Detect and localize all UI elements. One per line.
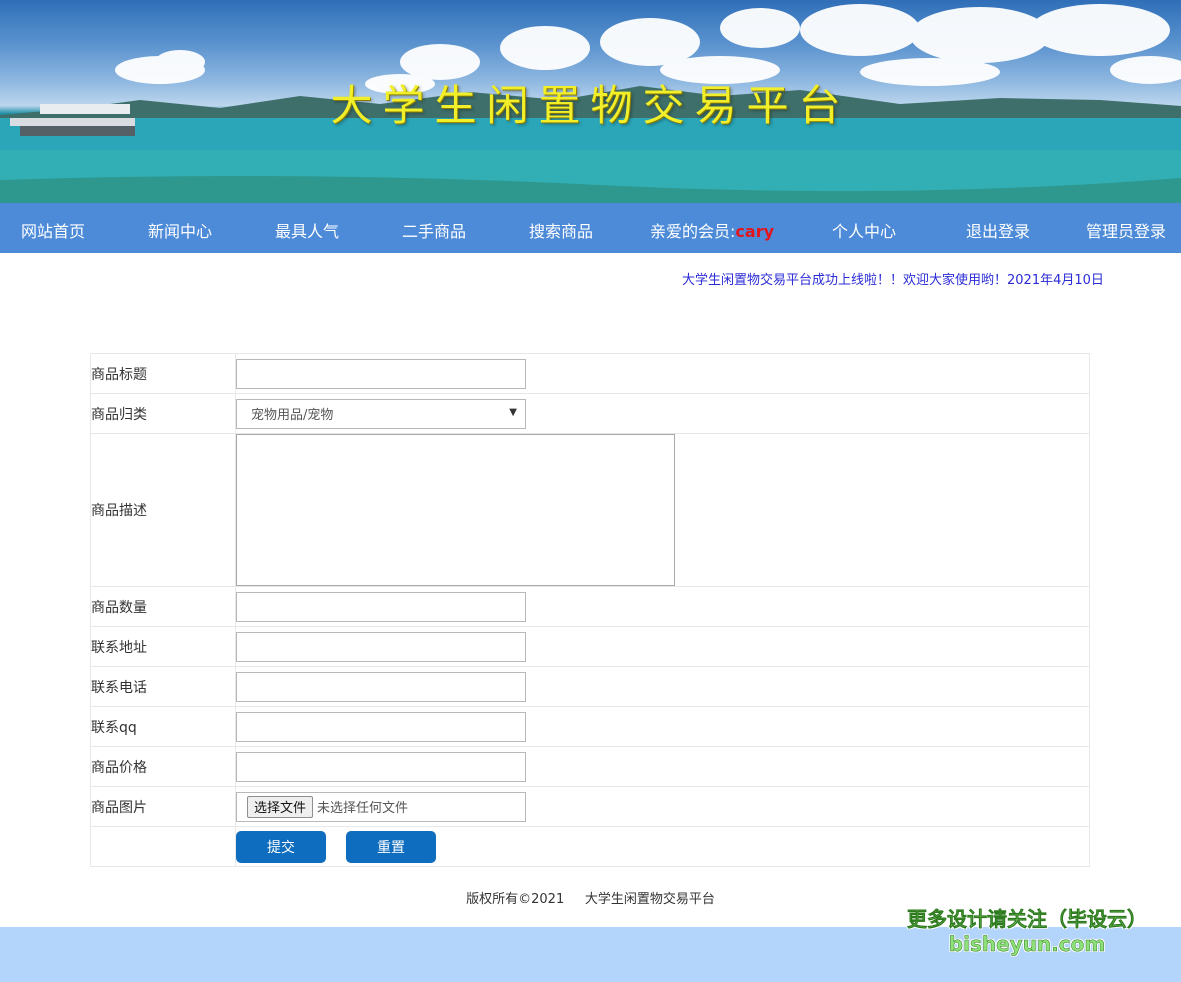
image-file-input[interactable]: 选择文件 未选择任何文件: [236, 791, 526, 822]
nav-item-member[interactable]: 亲爱的会员:cary: [650, 218, 774, 242]
description-textarea[interactable]: [236, 434, 675, 586]
address-input[interactable]: [236, 631, 526, 662]
qq-input[interactable]: [236, 711, 526, 742]
file-status-text: 未选择任何文件: [317, 801, 409, 816]
empty-label-cell: [91, 827, 236, 866]
field-cell: [236, 667, 1089, 706]
form-row-qq: 联系qq: [91, 707, 1089, 747]
title-label: 商品标题: [91, 354, 236, 393]
dropdown-caret-icon: ▼: [509, 406, 517, 418]
form-row-title: 商品标题: [91, 354, 1089, 394]
quantity-input[interactable]: [236, 591, 526, 622]
field-cell: [236, 627, 1089, 666]
field-cell: [236, 434, 1089, 586]
category-label: 商品归类: [91, 394, 236, 433]
nav-item-news[interactable]: 新闻中心: [148, 218, 212, 242]
member-username: cary: [735, 222, 775, 241]
form-row-quantity: 商品数量: [91, 587, 1089, 627]
category-select[interactable]: 宠物用品/宠物 ▼: [236, 398, 526, 429]
nav-item-popular[interactable]: 最具人气: [275, 218, 339, 242]
qq-label: 联系qq: [91, 707, 236, 746]
quantity-label: 商品数量: [91, 587, 236, 626]
price-input[interactable]: [236, 751, 526, 782]
nav-item-admin-login[interactable]: 管理员登录: [1086, 218, 1166, 242]
copyright-text: 版权所有©2021 大学生闲置物交易平台: [466, 892, 715, 907]
watermark-line2: bisheyun.com: [948, 932, 1106, 957]
form-row-phone: 联系电话: [91, 667, 1089, 707]
main-nav: 网站首页 新闻中心 最具人气 二手商品 搜索商品 亲爱的会员:cary 个人中心…: [0, 203, 1181, 253]
nav-item-profile[interactable]: 个人中心: [832, 218, 896, 242]
field-cell: [236, 747, 1089, 786]
field-cell: [236, 354, 1089, 393]
description-label: 商品描述: [91, 434, 236, 586]
submit-button[interactable]: 提交: [236, 830, 326, 863]
nav-item-second-hand[interactable]: 二手商品: [402, 218, 466, 242]
choose-file-button[interactable]: 选择文件: [247, 795, 314, 818]
field-cell: [236, 587, 1089, 626]
form-row-address: 联系地址: [91, 627, 1089, 667]
price-label: 商品价格: [91, 747, 236, 786]
member-greeting: 亲爱的会员:: [650, 222, 736, 241]
field-cell: [236, 707, 1089, 746]
product-form: 商品标题 商品归类 宠物用品/宠物 ▼ 商品描述 商品数量 联系地址 联系电话: [90, 353, 1090, 867]
address-label: 联系地址: [91, 627, 236, 666]
nav-item-logout[interactable]: 退出登录: [966, 218, 1030, 242]
watermark-logo: 更多设计请关注（毕设云） bisheyun.com: [900, 906, 1154, 957]
field-cell: 选择文件 未选择任何文件: [236, 787, 1089, 826]
nav-item-home[interactable]: 网站首页: [21, 218, 85, 242]
phone-label: 联系电话: [91, 667, 236, 706]
reset-button[interactable]: 重置: [346, 830, 436, 863]
announcement-marquee: 大学生闲置物交易平台成功上线啦！！欢迎大家使用哟！2021年4月10日: [682, 273, 1104, 288]
header-banner: 大学生闲置物交易平台: [0, 0, 1181, 203]
site-title: 大学生闲置物交易平台: [330, 81, 851, 130]
field-cell: 提交 重置: [236, 827, 1089, 866]
category-selected-value: 宠物用品/宠物: [251, 408, 334, 423]
phone-input[interactable]: [236, 671, 526, 702]
nav-item-search[interactable]: 搜索商品: [529, 218, 593, 242]
form-row-price: 商品价格: [91, 747, 1089, 787]
image-label: 商品图片: [91, 787, 236, 826]
form-row-actions: 提交 重置: [91, 827, 1089, 866]
form-row-image: 商品图片 选择文件 未选择任何文件: [91, 787, 1089, 827]
watermark-line1: 更多设计请关注（毕设云）: [907, 907, 1148, 932]
form-row-category: 商品归类 宠物用品/宠物 ▼: [91, 394, 1089, 434]
field-cell: 宠物用品/宠物 ▼: [236, 394, 1089, 433]
form-row-description: 商品描述: [91, 434, 1089, 587]
title-input[interactable]: [236, 358, 526, 389]
